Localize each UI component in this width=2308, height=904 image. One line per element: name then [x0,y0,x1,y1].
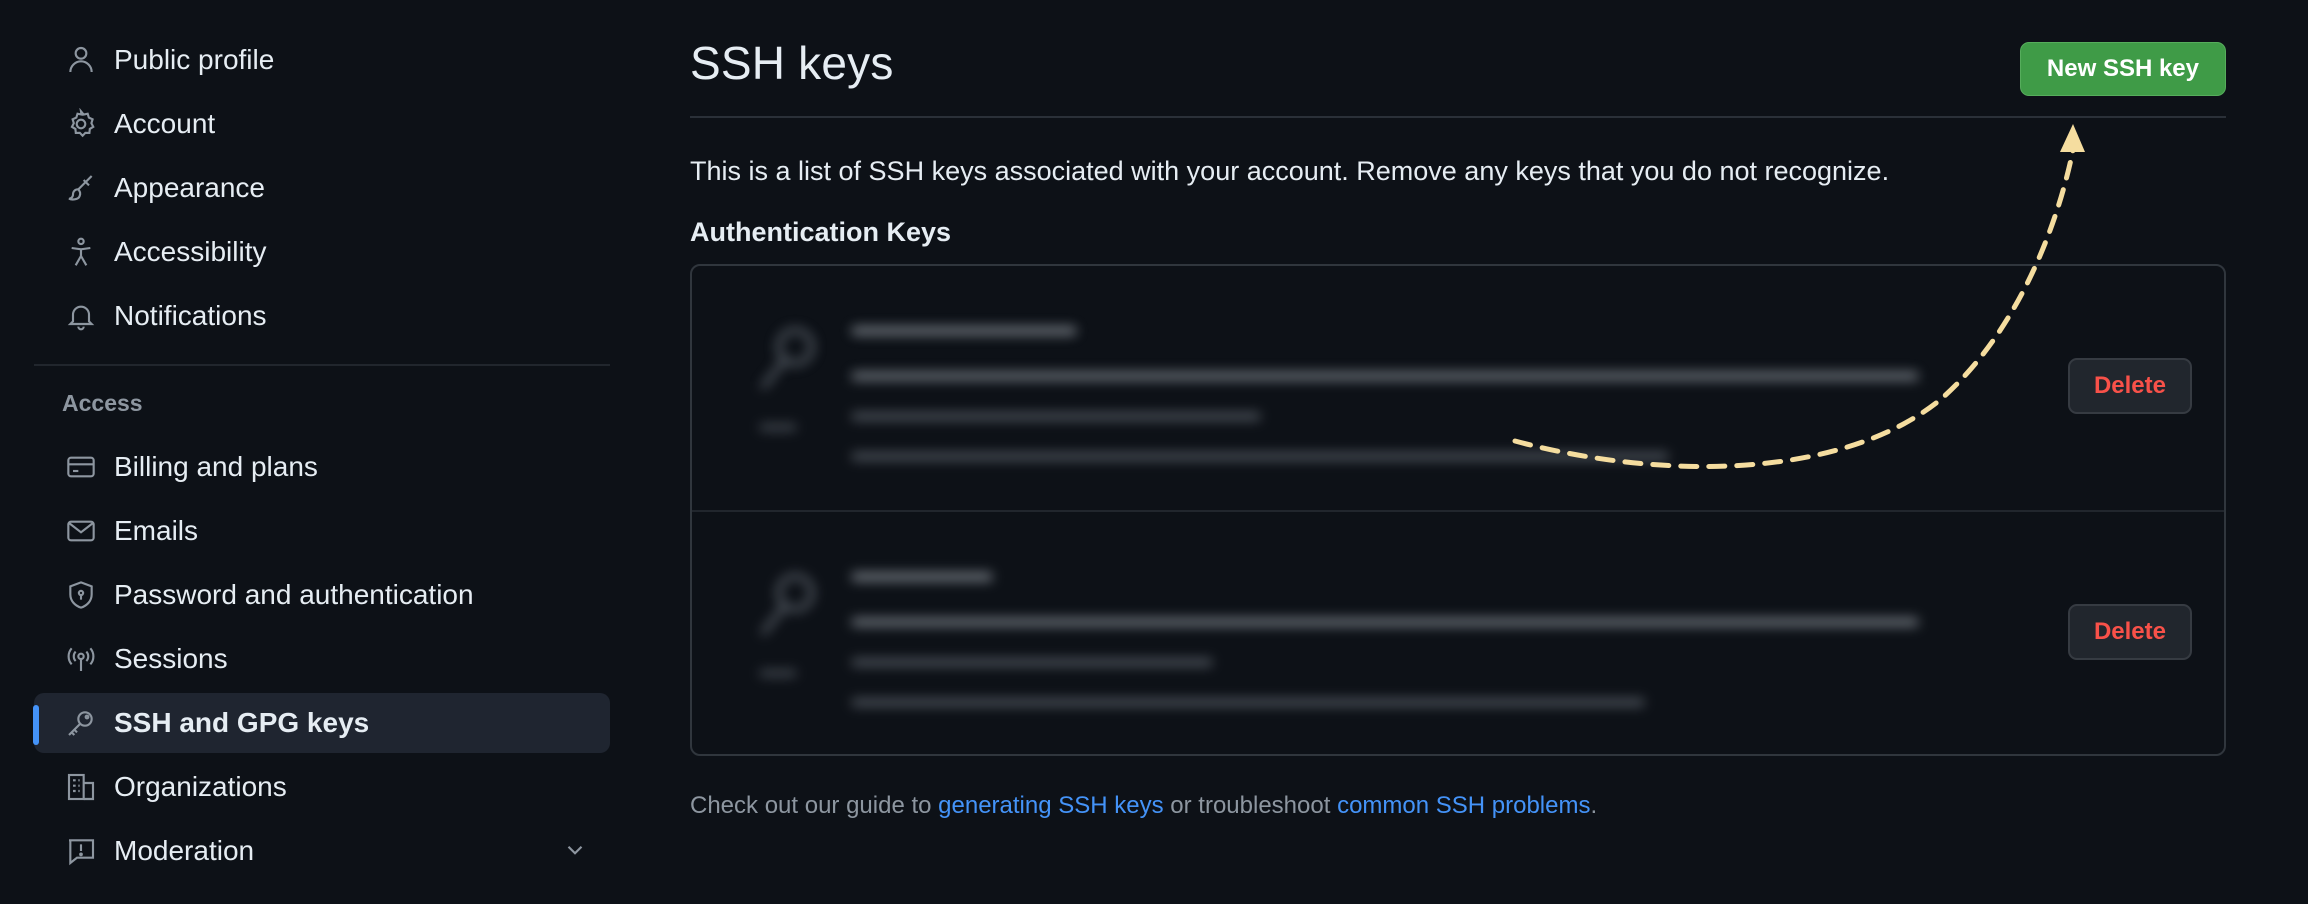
key-type-badge: ▬▬ [760,414,796,434]
chevron-down-icon[interactable] [562,837,588,870]
settings-sidebar: Public profile Account Appearance Access… [33,30,610,885]
sidebar-item-ssh-gpg-keys[interactable]: SSH and GPG keys [33,693,610,753]
accessibility-icon [64,235,98,269]
sidebar-item-label: Sessions [114,643,228,674]
sidebar-item-password-auth[interactable]: Password and authentication [34,565,610,625]
sidebar-item-label: Emails [114,515,199,546]
guide-middle: or troubleshoot [1163,792,1338,819]
shield-lock-icon [64,578,98,612]
sidebar-item-label: Appearance [114,172,266,203]
sidebar-item-label: SSH and GPG keys [114,707,370,738]
guide-prefix: Check out our guide to [690,792,939,819]
page-title: SSH keys [690,37,894,89]
description-text: This is a list of SSH keys associated wi… [690,156,1890,186]
sidebar-item-label: Moderation [114,835,255,866]
sidebar-item-label: Password and authentication [114,579,474,610]
sidebar-item-accessibility[interactable]: Accessibility [34,222,610,282]
broadcast-icon [64,642,98,676]
sidebar-divider [34,364,610,366]
key-icon [64,706,98,740]
guide-text: Check out our guide to generating SSH ke… [690,792,2226,820]
person-icon [64,43,98,77]
list-item: ▬▬ ▬▬▬▬▬▬▬▬ ▬▬▬▬▬▬▬▬▬▬▬▬▬▬▬▬▬▬▬▬▬▬▬▬▬▬▬▬… [692,266,2224,512]
sidebar-item-emails[interactable]: Emails [34,501,610,561]
header-divider [690,116,2226,118]
sidebar-item-account[interactable]: Account [34,94,610,154]
sidebar-item-moderation[interactable]: Moderation [34,821,610,881]
delete-key-button[interactable]: Delete [2067,358,2192,414]
sidebar-item-sessions[interactable]: Sessions [34,629,610,689]
report-icon [64,834,98,868]
sidebar-item-label: Notifications [114,300,267,331]
credit-card-icon [64,450,98,484]
sidebar-item-billing[interactable]: Billing and plans [34,437,610,497]
generating-ssh-keys-link[interactable]: generating SSH keys [938,792,1163,819]
sidebar-item-appearance[interactable]: Appearance [34,158,610,218]
sidebar-item-public-profile[interactable]: Public profile [34,30,610,90]
common-ssh-problems-link[interactable]: common SSH problems [1337,792,1590,819]
sidebar-item-notifications[interactable]: Notifications [34,286,610,346]
sidebar-item-organizations[interactable]: Organizations [34,757,610,817]
key-meta: ▬▬▬▬▬▬▬▬ ▬▬▬▬▬▬▬▬▬▬▬▬▬▬▬▬▬▬▬▬▬▬▬▬▬▬▬▬▬▬▬… [852,310,1918,466]
guide-suffix: . [1590,792,1598,819]
bell-icon [64,299,98,333]
key-meta: ▬▬▬▬▬ ▬▬▬▬▬▬▬▬▬▬▬▬▬▬▬▬▬▬▬▬▬▬▬▬▬▬▬▬▬▬▬▬▬▬… [852,556,1918,712]
sidebar-item-label: Accessibility [114,236,267,267]
authentication-keys-heading: Authentication Keys [690,217,952,247]
key-type-badge: ▬▬ [760,660,796,680]
list-item: ▬▬ ▬▬▬▬▬ ▬▬▬▬▬▬▬▬▬▬▬▬▬▬▬▬▬▬▬▬▬▬▬▬▬▬▬▬▬▬▬… [692,512,2224,754]
main-content: SSH keys New SSH key This is a list of S… [690,30,2226,820]
paintbrush-icon [64,171,98,205]
ssh-keys-list: ▬▬ ▬▬▬▬▬▬▬▬ ▬▬▬▬▬▬▬▬▬▬▬▬▬▬▬▬▬▬▬▬▬▬▬▬▬▬▬▬… [690,264,2226,756]
delete-key-button[interactable]: Delete [2067,604,2192,660]
sidebar-item-label: Public profile [114,44,275,75]
sidebar-item-label: Billing and plans [114,451,318,482]
sidebar-section-access: Access [62,390,143,416]
new-ssh-key-button[interactable]: New SSH key [2019,42,2226,96]
sidebar-item-label: Organizations [114,771,287,802]
mail-icon [64,514,98,548]
gear-icon [64,107,98,141]
page-header: SSH keys New SSH key [690,36,2226,96]
sidebar-item-label: Account [114,108,216,139]
organization-icon [64,770,98,804]
